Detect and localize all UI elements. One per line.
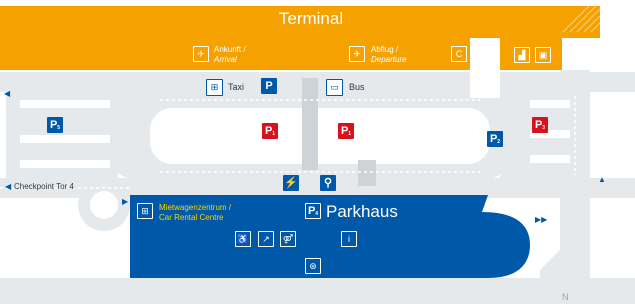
bus-icon: ▭ bbox=[326, 79, 343, 96]
taxi-icon: ⊞ bbox=[206, 79, 223, 96]
parkhaus-label: Parkhaus bbox=[326, 202, 398, 221]
entry-arrow-right: ▶ bbox=[122, 197, 129, 206]
info-icon: i bbox=[341, 231, 357, 247]
parking-badge-p2: P2 bbox=[487, 131, 503, 147]
p2-sub: 2 bbox=[497, 139, 501, 145]
central-lane bbox=[302, 78, 318, 170]
rental-label-en: Car Rental Centre bbox=[159, 213, 224, 222]
rental-label-de: Mietwagenzentrum / bbox=[159, 203, 232, 212]
p5-sub: 5 bbox=[57, 125, 61, 131]
car-wash-icon: ⊛ bbox=[305, 258, 321, 274]
p1-right-sub: 1 bbox=[348, 131, 352, 137]
checkin-badge: C bbox=[451, 46, 467, 62]
parking-badge-p5: P5 bbox=[47, 117, 63, 133]
wheelchair-icon: ♿ bbox=[235, 231, 251, 247]
parking-badge-p5-top: P bbox=[261, 78, 277, 94]
bus-label: Bus bbox=[349, 82, 365, 92]
plane-arrival-icon: ✈ bbox=[193, 46, 209, 62]
shuttle-icon: ▟ bbox=[514, 47, 530, 63]
arrival-label: Ankunft / Arrival bbox=[214, 45, 246, 65]
checkpoint-arrow: ◀ bbox=[5, 182, 12, 191]
terminal-wing bbox=[500, 38, 562, 70]
bike-icon: ⚲ bbox=[320, 175, 336, 191]
parkhaus-badge: P4 bbox=[305, 203, 321, 219]
car-icon: ▣ bbox=[535, 47, 551, 63]
checkpoint-label: Checkpoint Tor 4 bbox=[14, 182, 74, 191]
arrival-label-de: Ankunft / bbox=[214, 45, 246, 54]
p3-sub: 3 bbox=[542, 125, 546, 131]
ev-charging-icon: ⚡ bbox=[283, 175, 299, 191]
elevator-icon: ↗ bbox=[258, 231, 274, 247]
compass-north: N bbox=[562, 292, 569, 302]
parking-badge-p1-left: P1 bbox=[262, 123, 278, 139]
plane-departure-icon: ✈ bbox=[349, 46, 365, 62]
taxi-label: Taxi bbox=[228, 82, 245, 92]
parking-badge-p1-right: P1 bbox=[338, 123, 354, 139]
departure-label-de: Abflug / bbox=[371, 45, 399, 54]
arrival-label-en: Arrival bbox=[214, 55, 237, 64]
p4-sub: 4 bbox=[315, 211, 319, 217]
toilet-icon: ⚤ bbox=[280, 231, 296, 247]
parking-badge-p3: P3 bbox=[532, 117, 548, 133]
left-arrow: ◀ bbox=[4, 89, 11, 98]
exit-arrow-right: ▶▶ bbox=[535, 215, 548, 224]
departure-label: Abflug / Departure bbox=[371, 45, 407, 65]
rental-label: Mietwagenzentrum / Car Rental Centre bbox=[159, 203, 231, 223]
departure-label-en: Departure bbox=[371, 55, 407, 64]
down-arrow: ▲ bbox=[598, 175, 606, 184]
terminal-title: Terminal bbox=[278, 9, 344, 28]
p1-left-sub: 1 bbox=[272, 131, 276, 137]
ramp bbox=[358, 160, 376, 186]
taxi-rental-icon: ⊞ bbox=[137, 203, 153, 219]
airport-map: Terminal ✈ Ankunft / Arrival ✈ Abflug / … bbox=[0, 0, 635, 304]
